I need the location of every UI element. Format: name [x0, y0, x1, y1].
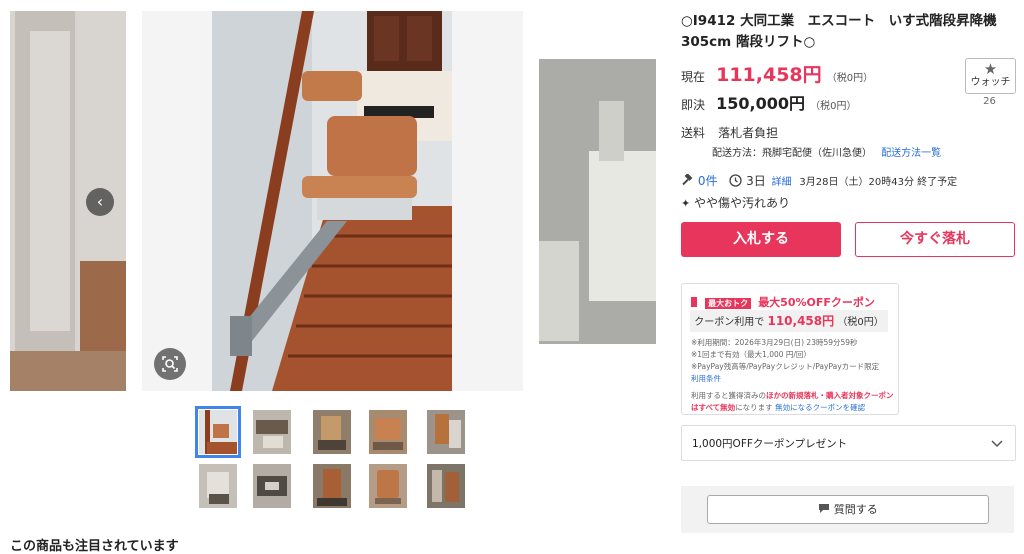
coupon-payment: ※PayPay残高等/PayPayクレジット/PayPayカード限定 — [691, 362, 880, 371]
present-label: 1,000円OFFクーポンプレゼント — [692, 438, 848, 450]
coupon-headline: 最大50%OFFクーポン — [758, 296, 875, 309]
detail-link[interactable]: 詳細 — [772, 177, 792, 188]
thumbnail[interactable] — [369, 464, 407, 508]
shipping-label: 送料 — [681, 126, 706, 140]
end-time: 3月28日（土）20時43分 終了予定 — [799, 177, 958, 188]
coupon-warning-tail: になります — [735, 403, 773, 412]
coupon-headline-row: 最大おトク 最大50%OFFクーポン — [691, 291, 875, 310]
question-area: 質問する — [681, 486, 1014, 533]
thumbnail[interactable] — [199, 464, 237, 508]
coupon-limit: ※1回まで有効（最大1,000 円/回） — [691, 350, 811, 359]
star-icon: ★ — [983, 60, 998, 78]
thumbnail[interactable] — [253, 464, 291, 508]
coupon-terms-link[interactable]: 利用条件 — [691, 373, 896, 385]
delivery-methods-link[interactable]: 配送方法一覧 — [881, 148, 941, 159]
thumbnail[interactable] — [313, 410, 351, 454]
buy-now-button[interactable]: 今すぐ落札 — [855, 222, 1015, 257]
coupon-box: 最大おトク 最大50%OFFクーポン クーポン利用で 110,458円 （税0円… — [681, 283, 899, 415]
thumbnail[interactable] — [195, 406, 241, 458]
thumbnail[interactable] — [313, 464, 351, 508]
prev-image-button[interactable]: ‹ — [86, 188, 114, 216]
current-label: 現在 — [681, 70, 706, 84]
coupon-tax: （税0円） — [837, 317, 884, 328]
watch-label: ウォッチ — [970, 77, 1011, 88]
thumbnail[interactable] — [253, 410, 291, 454]
gavel-icon — [682, 173, 693, 186]
image-search-icon — [162, 356, 178, 372]
coupon-invalid-link[interactable]: 無効になるクーポンを確認 — [775, 403, 865, 412]
coupon-warning: 利用すると獲得済みのほかの新規落札・購入者対象クーポンはすべて無効になります 無… — [691, 390, 896, 414]
sparkle-icon: ✦ — [681, 197, 691, 210]
condition-row: ✦ やや傷や汚れあり — [681, 194, 790, 211]
time-left: 3日 — [746, 174, 766, 188]
coupon-price: 110,458円 — [767, 314, 835, 328]
bid-count[interactable]: 0件 — [698, 174, 718, 188]
chat-icon — [819, 504, 830, 513]
coupon-period: ※利用期間：2026年3月29日(日) 23時59分59秒 — [691, 338, 858, 347]
current-price-row: 現在 111,458円 （税0円） — [681, 60, 873, 87]
coupon-use-prefix: クーポン利用で — [694, 317, 765, 328]
coupon-warning-text: 利用すると獲得済みの — [691, 391, 766, 400]
delivery-row: 配送方法：飛脚宅配便（佐川急便） 配送方法一覧 — [712, 144, 941, 159]
coupon-present-dropdown[interactable]: 1,000円OFFクーポンプレゼント — [681, 425, 1016, 461]
watch-count: 26 — [983, 96, 996, 107]
watch-button[interactable]: ★ ウォッチ — [965, 58, 1016, 94]
chevron-down-icon — [991, 440, 1003, 448]
chevron-left-icon: ‹ — [96, 192, 104, 211]
coupon-badge: 最大おトク — [705, 298, 752, 309]
buy-now-price-row: 即決 150,000円 （税0円） — [681, 90, 856, 114]
item-title: ○I9412 大同工業 エスコート いす式階段昇降機 305cm 階段リフト○ — [681, 13, 1011, 50]
coupon-price-row: クーポン利用で 110,458円 （税0円） — [690, 310, 888, 332]
question-button[interactable]: 質問する — [707, 495, 989, 524]
shipping-row: 送料 落札者負担 — [681, 122, 778, 141]
buy-now-tax: （税0円） — [810, 101, 857, 112]
current-price: 111,458円 — [716, 64, 822, 86]
coupon-fine-print: ※利用期間：2026年3月29日(日) 23時59分59秒 ※1回まで有効（最大… — [691, 337, 896, 414]
current-tax: （税0円） — [826, 73, 874, 84]
clock-icon — [729, 174, 742, 187]
shipping-value: 落札者負担 — [718, 126, 779, 140]
question-label: 質問する — [833, 503, 878, 516]
buy-now-price: 150,000円 — [716, 94, 805, 113]
condition: やや傷や汚れあり — [694, 196, 791, 210]
coupon-flag-icon — [691, 297, 697, 307]
buy-now-label: 即決 — [681, 98, 706, 112]
thumbnail[interactable] — [427, 464, 465, 508]
next-photo — [539, 11, 656, 391]
thumbnail[interactable] — [369, 410, 407, 454]
main-photo[interactable] — [142, 11, 523, 391]
bid-status-row: 0件 3日 詳細 3月28日（土）20時43分 終了予定 — [681, 172, 957, 189]
image-search-button[interactable] — [154, 348, 186, 380]
bid-button[interactable]: 入札する — [681, 222, 841, 257]
thumbnail[interactable] — [427, 410, 465, 454]
delivery-method: 配送方法：飛脚宅配便（佐川急便） — [712, 148, 872, 159]
